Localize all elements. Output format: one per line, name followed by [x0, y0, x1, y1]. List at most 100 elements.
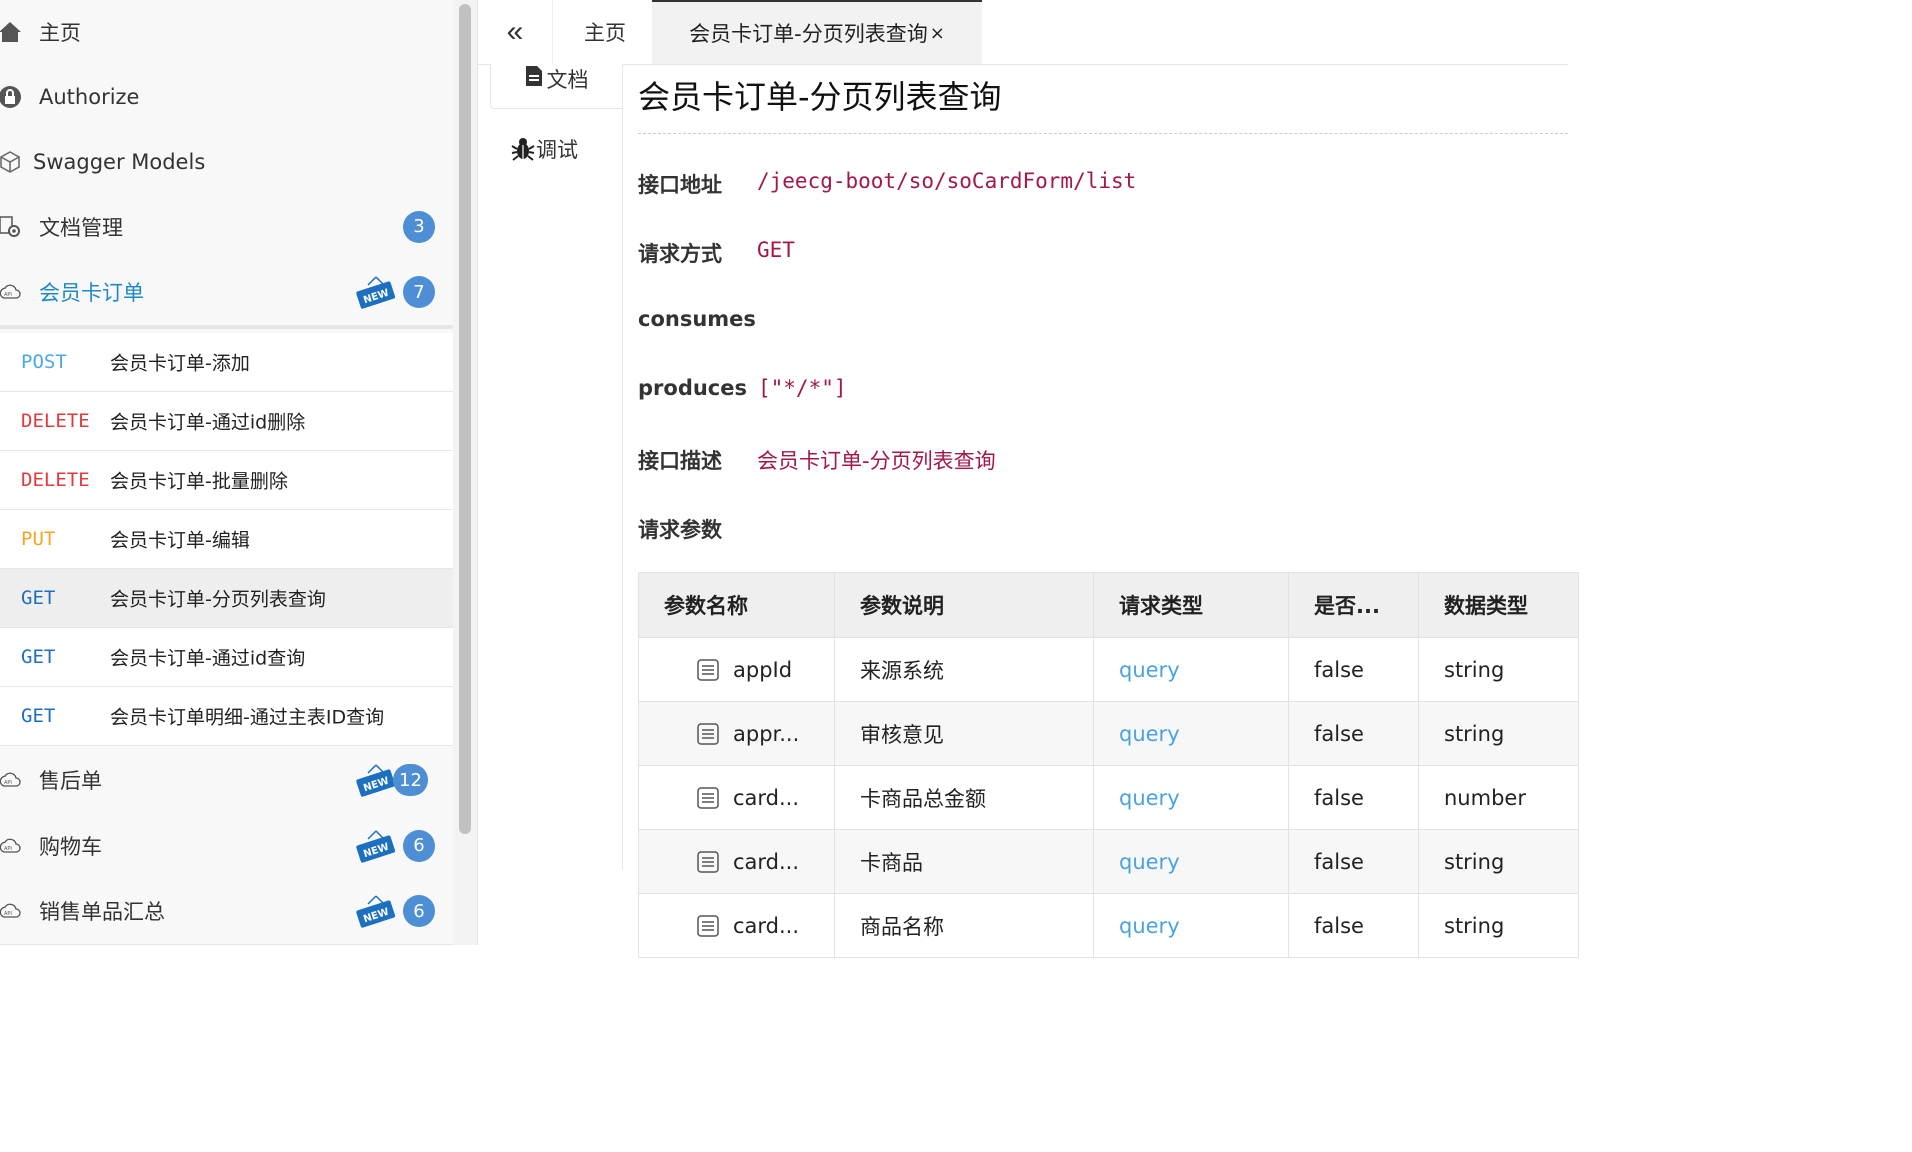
sidebar-item-label: 会员卡订单: [39, 281, 144, 305]
sidebar-group-after-sales[interactable]: API 售后单 NEW 12: [0, 747, 453, 814]
tab-home[interactable]: 主页: [552, 0, 657, 64]
sidebar-item-swagger-models[interactable]: Swagger Models: [0, 129, 453, 195]
param-datatype: string: [1418, 893, 1579, 958]
param-datatype: string: [1418, 637, 1579, 702]
api-name: 会员卡订单明细-通过主表ID查询: [110, 706, 385, 729]
tab-bar: « 主页 会员卡订单-分页列表查询 ×: [478, 0, 1568, 65]
api-item[interactable]: DELETE 会员卡订单-通过id删除: [0, 392, 453, 451]
params-label: 请求参数: [638, 518, 722, 542]
api-name: 会员卡订单-通过id查询: [110, 647, 306, 670]
params-table: 参数名称 参数说明 请求类型 是否... 数据类型 appId 来源系统 que…: [638, 572, 1579, 958]
sidebar-item-home[interactable]: 主页: [0, 0, 453, 65]
sidebar-item-label: 主页: [39, 21, 81, 45]
http-method: DELETE: [21, 469, 90, 491]
table-row[interactable]: appId 来源系统 query false string: [638, 637, 1579, 702]
param-required: false: [1288, 701, 1419, 766]
param-type: query: [1093, 701, 1289, 766]
param-type: query: [1093, 829, 1289, 894]
api-name: 会员卡订单-添加: [110, 352, 250, 375]
method-label: 请求方式: [638, 242, 722, 266]
svg-text:API: API: [4, 846, 12, 852]
param-required: false: [1288, 637, 1419, 702]
sidebar-item-label: Authorize: [39, 84, 140, 109]
col-header[interactable]: 参数说明: [834, 572, 1094, 638]
count-badge: 3: [403, 210, 435, 243]
table-row[interactable]: card... 卡商品总金额 query false number: [638, 765, 1579, 830]
param-desc: 卡商品: [834, 829, 1094, 894]
api-item[interactable]: GET 会员卡订单明细-通过主表ID查询: [0, 687, 453, 746]
param-datatype: string: [1418, 701, 1579, 766]
produces-label: produces: [638, 376, 747, 400]
count-badge: 12: [393, 764, 428, 796]
lock-icon: [0, 85, 21, 108]
close-icon[interactable]: ×: [930, 23, 945, 44]
consumes-label: consumes: [638, 307, 756, 331]
list-icon: [697, 786, 719, 809]
sidebar-item-doc-management[interactable]: 文档管理 3: [0, 194, 453, 260]
count-badge: 7: [403, 276, 435, 308]
subtab-debug[interactable]: 调试: [510, 130, 578, 168]
count-badge: 6: [403, 895, 435, 927]
produces-value: ["*/*"]: [758, 376, 847, 400]
tab-active-api[interactable]: 会员卡订单-分页列表查询 ×: [652, 0, 982, 64]
col-header[interactable]: 请求类型: [1093, 572, 1289, 638]
new-tag-icon: NEW: [356, 829, 396, 863]
param-name: appr...: [733, 721, 800, 746]
param-name: card...: [733, 849, 800, 874]
list-icon: [697, 722, 719, 745]
table-row[interactable]: card... 商品名称 query false string: [638, 893, 1579, 958]
api-item[interactable]: DELETE 会员卡订单-批量删除: [0, 451, 453, 510]
tab-label: 会员卡订单-分页列表查询: [689, 22, 928, 46]
description-value: 会员卡订单-分页列表查询: [757, 449, 996, 473]
new-tag-icon: NEW: [356, 895, 396, 928]
api-name: 会员卡订单-批量删除: [110, 470, 288, 493]
api-item-selected[interactable]: GET 会员卡订单-分页列表查询: [0, 569, 453, 628]
sidebar-item-label: Swagger Models: [33, 149, 206, 174]
sidebar-group-member-card-order[interactable]: API 会员卡订单 NEW 7: [0, 259, 453, 329]
bug-icon: [511, 138, 535, 161]
api-name: 会员卡订单-分页列表查询: [110, 588, 326, 611]
param-name: card...: [733, 913, 800, 938]
sidebar-item-label: 文档管理: [39, 215, 123, 240]
table-row[interactable]: appr... 审核意见 query false string: [638, 701, 1579, 766]
api-item[interactable]: POST 会员卡订单-添加: [0, 333, 453, 392]
file-icon: [525, 66, 542, 86]
param-datatype: string: [1418, 829, 1579, 894]
sidebar-scrollbar-thumb[interactable]: [459, 4, 471, 834]
subtab-doc[interactable]: 文档: [490, 64, 622, 109]
param-type: query: [1093, 893, 1289, 958]
sidebar-group-sales-summary[interactable]: API 销售单品汇总 NEW 6: [0, 878, 453, 945]
param-name: appId: [733, 657, 793, 682]
param-type: query: [1093, 637, 1289, 702]
http-method: DELETE: [21, 410, 90, 432]
sidebar-item-authorize[interactable]: Authorize: [0, 64, 453, 130]
new-tag-icon: NEW: [356, 276, 396, 309]
page-title: 会员卡订单-分页列表查询: [638, 78, 1002, 116]
url-value: /jeecg-boot/so/soCardForm/list: [757, 169, 1137, 193]
api-item[interactable]: GET 会员卡订单-通过id查询: [0, 628, 453, 687]
col-header[interactable]: 数据类型: [1418, 572, 1579, 638]
list-icon: [697, 914, 719, 937]
sidebar-group-cart[interactable]: API 购物车 NEW 6: [0, 813, 453, 879]
param-type: query: [1093, 765, 1289, 830]
sidebar-item-label: 购物车: [39, 834, 102, 859]
col-header[interactable]: 参数名称: [638, 572, 835, 638]
http-method: GET: [21, 646, 56, 668]
param-required: false: [1288, 893, 1419, 958]
api-item[interactable]: PUT 会员卡订单-编辑: [0, 510, 453, 569]
description-label: 接口描述: [638, 449, 722, 473]
collapse-sidebar-button[interactable]: «: [478, 0, 552, 64]
http-method: POST: [21, 351, 67, 373]
api-cloud-icon: API: [0, 838, 21, 853]
api-cloud-icon: API: [0, 903, 21, 918]
doc-gear-icon: [0, 215, 20, 237]
list-icon: [697, 658, 719, 681]
count-badge: 6: [403, 829, 435, 862]
api-cloud-icon: API: [0, 284, 21, 299]
doc-subtabs: 文档 调试: [478, 64, 623, 870]
table-row[interactable]: card... 卡商品 query false string: [638, 829, 1579, 894]
sidebar: 主页 Authorize Swagger Models 文档管理 3 API 会…: [0, 0, 453, 945]
http-method: GET: [21, 587, 56, 609]
http-method: PUT: [21, 528, 56, 550]
col-header[interactable]: 是否...: [1288, 572, 1419, 638]
